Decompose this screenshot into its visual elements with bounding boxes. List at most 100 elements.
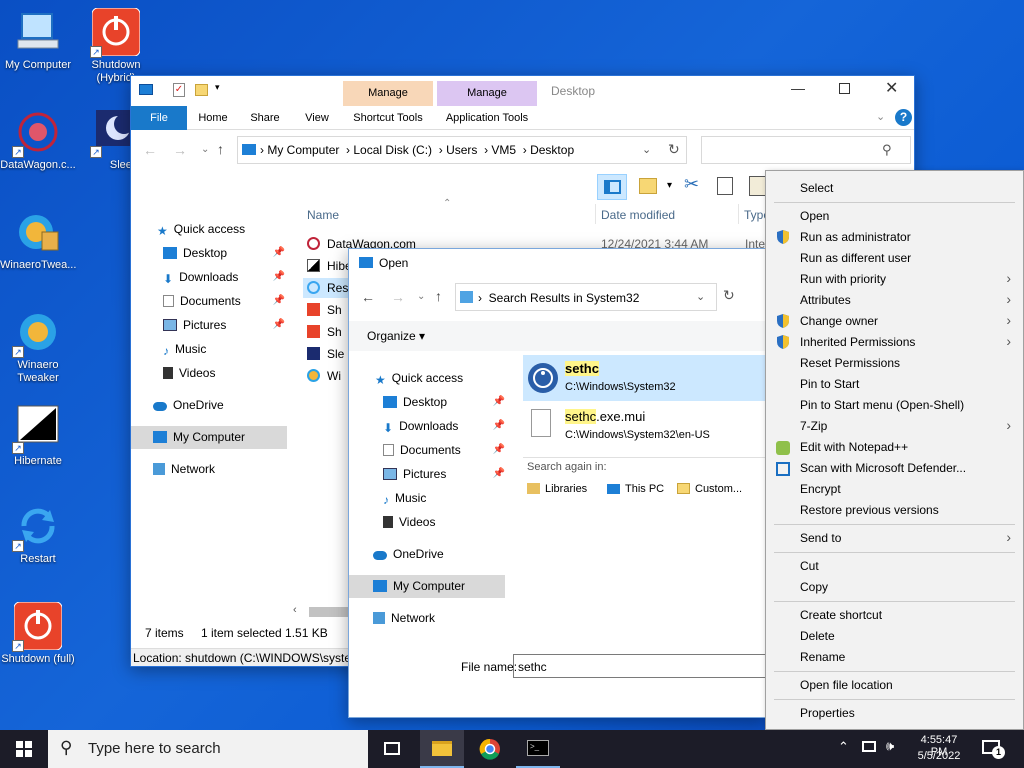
- nav-videos[interactable]: Videos: [163, 362, 215, 384]
- dialog-refresh-icon[interactable]: ↻: [723, 287, 735, 304]
- ribbon-expand-icon[interactable]: ⌄: [876, 110, 885, 123]
- tab-home[interactable]: Home: [191, 106, 235, 130]
- menu-item-delete[interactable]: Delete: [800, 626, 835, 647]
- properties-icon[interactable]: ✓: [173, 83, 185, 97]
- tray-overflow-icon[interactable]: ⌃: [838, 739, 849, 755]
- breadcrumb-desktop[interactable]: Desktop: [530, 143, 574, 157]
- nav-desktop[interactable]: Desktop 📌: [163, 242, 285, 264]
- tab-share[interactable]: Share: [243, 106, 287, 130]
- dialog-up-icon[interactable]: ↑: [435, 288, 442, 304]
- menu-item-run-as-admin[interactable]: Run as administrator: [800, 227, 911, 248]
- search-location-custom[interactable]: Custom...: [677, 483, 742, 495]
- taskbar-chrome[interactable]: [468, 730, 512, 768]
- nav-desktop[interactable]: Desktop 📌: [383, 391, 505, 413]
- breadcrumb-local-disk[interactable]: Local Disk (C:): [353, 143, 432, 157]
- menu-item-pin-to-start-open-shell[interactable]: Pin to Start menu (Open-Shell): [800, 395, 964, 416]
- desktop-icon-winaero-tweaker[interactable]: ↗ Winaero Tweaker: [0, 308, 76, 385]
- nav-pictures[interactable]: Pictures 📌: [163, 314, 285, 336]
- tab-view[interactable]: View: [295, 106, 339, 130]
- minimize-button[interactable]: —: [791, 80, 805, 96]
- address-dropdown-icon[interactable]: ⌄: [642, 143, 651, 156]
- breadcrumb-vm5[interactable]: VM5: [491, 143, 516, 157]
- menu-item-7zip[interactable]: 7-Zip: [800, 416, 827, 437]
- nav-network[interactable]: Network: [373, 607, 435, 629]
- address-bar[interactable]: › My Computer › Local Disk (C:) › Users …: [237, 136, 687, 164]
- desktop-icon-shutdown-full[interactable]: ↗ Shutdown (full): [0, 601, 76, 666]
- tab-file[interactable]: File: [131, 106, 187, 130]
- breadcrumb-users[interactable]: Users: [446, 143, 477, 157]
- nav-documents[interactable]: Documents 📌: [383, 439, 505, 461]
- tab-application-tools[interactable]: Application Tools: [437, 106, 537, 130]
- menu-item-restore-previous[interactable]: Restore previous versions: [800, 500, 939, 521]
- dialog-address-bar[interactable]: › Search Results in System32 ⌄: [455, 283, 717, 311]
- menu-item-run-with-priority[interactable]: Run with priority: [800, 269, 886, 290]
- menu-item-inherited-permissions[interactable]: Inherited Permissions: [800, 332, 915, 353]
- nav-onedrive[interactable]: OneDrive: [373, 543, 444, 565]
- close-button[interactable]: ✕: [885, 78, 898, 98]
- dropdown-icon[interactable]: ▾: [667, 180, 672, 191]
- nav-forward-icon[interactable]: →: [173, 142, 187, 158]
- nav-downloads[interactable]: ⬇ Downloads 📌: [383, 415, 505, 437]
- menu-item-cut[interactable]: Cut: [800, 556, 819, 577]
- pin-icon[interactable]: 📌: [493, 391, 505, 413]
- taskbar-terminal[interactable]: >_: [516, 730, 560, 768]
- search-result[interactable]: sethc.exe.mui C:\Windows\System32\en-US: [523, 403, 767, 449]
- pin-icon[interactable]: 📌: [493, 463, 505, 485]
- nav-onedrive[interactable]: OneDrive: [153, 394, 224, 416]
- menu-item-copy[interactable]: Copy: [800, 577, 828, 598]
- menu-item-rename[interactable]: Rename: [800, 647, 845, 668]
- search-location-this-pc[interactable]: This PC: [607, 483, 664, 495]
- menu-item-send-to[interactable]: Send to: [800, 528, 841, 549]
- pin-icon[interactable]: 📌: [273, 266, 285, 288]
- clock-date[interactable]: 5/5/2022: [912, 750, 966, 762]
- tab-shortcut-tools[interactable]: Shortcut Tools: [343, 106, 433, 130]
- start-button[interactable]: [0, 730, 48, 768]
- search-result-selected[interactable]: sethc C:\Windows\System32: [523, 355, 767, 401]
- menu-item-change-owner[interactable]: Change owner: [800, 311, 878, 332]
- menu-item-scan-defender[interactable]: Scan with Microsoft Defender...: [800, 458, 966, 479]
- dialog-forward-icon[interactable]: →: [391, 289, 405, 305]
- help-icon[interactable]: ?: [895, 109, 912, 126]
- desktop-icon-hibernate[interactable]: ↗ Hibernate: [0, 404, 76, 468]
- dialog-address-dropdown-icon[interactable]: ⌄: [696, 290, 705, 303]
- network-icon[interactable]: [862, 741, 876, 752]
- nav-my-computer[interactable]: My Computer: [153, 426, 245, 448]
- menu-item-open-file-location[interactable]: Open file location: [800, 675, 893, 696]
- nav-up-icon[interactable]: ↑: [217, 141, 224, 157]
- search-box[interactable]: ⚲: [701, 136, 911, 164]
- recent-dropdown-icon[interactable]: ⌄: [201, 144, 209, 155]
- desktop-icon-shutdown-hybrid[interactable]: ↗ Shutdown (Hybrid): [78, 7, 154, 85]
- nav-back-icon[interactable]: ←: [143, 142, 157, 158]
- menu-item-run-as-different-user[interactable]: Run as different user: [800, 248, 911, 269]
- nav-quick-access[interactable]: ★ Quick access: [375, 367, 463, 389]
- search-location-libraries[interactable]: Libraries: [527, 483, 587, 495]
- new-item-icon[interactable]: [639, 178, 657, 194]
- desktop-icon-winaerotweaker-zip[interactable]: WinaeroTwea...: [0, 208, 76, 272]
- nav-music[interactable]: ♪ Music: [383, 487, 426, 509]
- desktop-icon-datawagon[interactable]: ↗ DataWagon.c...: [0, 108, 76, 172]
- scroll-left-icon[interactable]: ‹: [293, 604, 297, 616]
- column-header-name[interactable]: Name: [307, 208, 339, 222]
- menu-item-properties[interactable]: Properties: [800, 703, 855, 724]
- taskbar-file-explorer[interactable]: [420, 730, 464, 768]
- pin-icon[interactable]: 📌: [493, 439, 505, 461]
- horizontal-scrollbar[interactable]: ‹: [291, 604, 351, 620]
- nav-network[interactable]: Network: [153, 458, 215, 480]
- menu-item-edit-notepad[interactable]: Edit with Notepad++: [800, 437, 908, 458]
- nav-videos[interactable]: Videos: [383, 511, 435, 533]
- new-folder-icon[interactable]: [195, 84, 208, 96]
- nav-pictures[interactable]: Pictures 📌: [383, 463, 505, 485]
- cut-icon[interactable]: ✂: [684, 174, 699, 195]
- refresh-icon[interactable]: ↻: [668, 141, 680, 158]
- menu-item-encrypt[interactable]: Encrypt: [800, 479, 841, 500]
- nav-quick-access[interactable]: ★ Quick access: [157, 218, 245, 240]
- dialog-recent-icon[interactable]: ⌄: [417, 291, 425, 302]
- volume-icon[interactable]: 🕪: [886, 738, 894, 754]
- organize-button[interactable]: Organize ▾: [367, 329, 425, 343]
- menu-item-create-shortcut[interactable]: Create shortcut: [800, 605, 882, 626]
- desktop-icon-my-computer[interactable]: My Computer: [0, 8, 76, 72]
- pin-icon[interactable]: 📌: [273, 242, 285, 264]
- menu-item-open[interactable]: Open: [800, 206, 829, 227]
- task-view-button[interactable]: [372, 730, 412, 768]
- file-name-input[interactable]: sethc: [513, 654, 769, 678]
